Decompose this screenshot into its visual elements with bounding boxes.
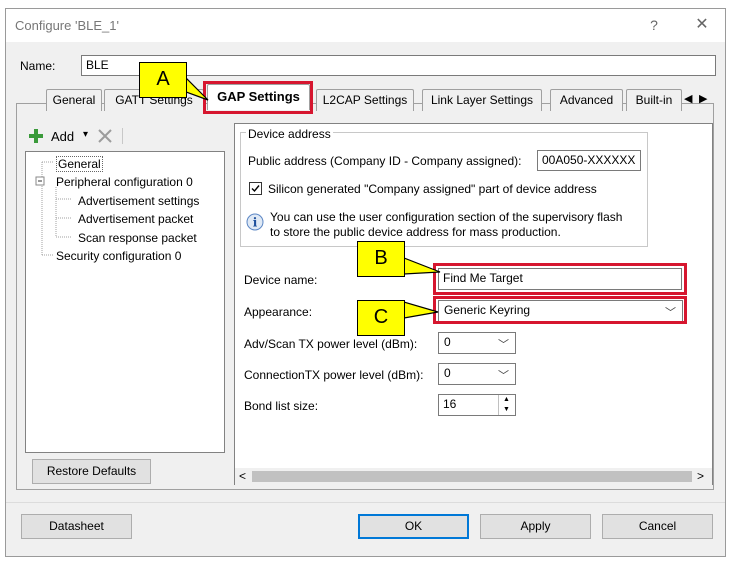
callout-b: B (357, 241, 405, 277)
callout-c: C (357, 300, 405, 336)
callout-a: A (139, 62, 187, 98)
callout-pointers (185, 76, 441, 319)
